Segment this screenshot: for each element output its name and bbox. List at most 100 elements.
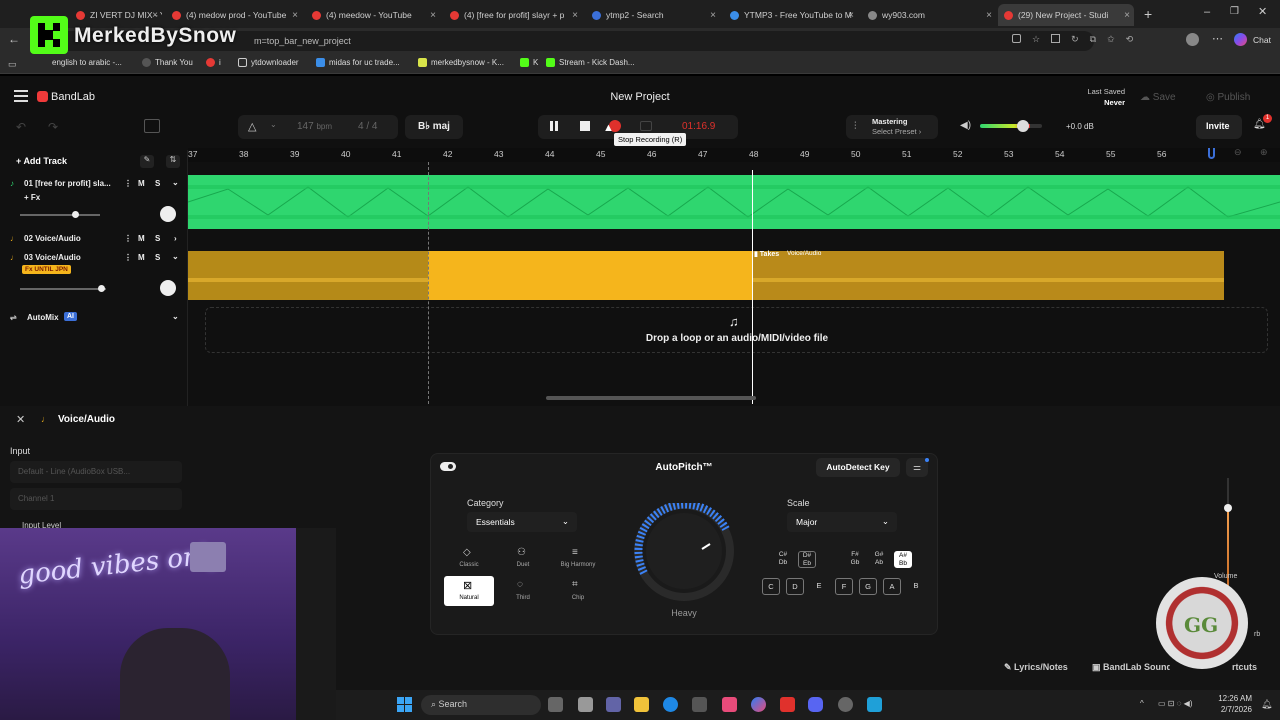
save-button[interactable]: ☁ Save — [1140, 92, 1176, 103]
settings-icon[interactable] — [838, 697, 853, 712]
discord-icon[interactable] — [808, 697, 823, 712]
bookmark-item[interactable]: K — [520, 58, 538, 67]
key-g-sharp[interactable]: G# Ab — [870, 551, 888, 568]
chevron-down-icon[interactable]: ⌄ — [270, 120, 277, 129]
teams-icon[interactable] — [606, 697, 621, 712]
key-f[interactable]: F — [835, 578, 853, 595]
volume-knob[interactable] — [1017, 120, 1029, 132]
track-more-icon[interactable]: ⋮ — [124, 179, 132, 188]
back-button[interactable]: ← — [8, 32, 20, 46]
clock-date[interactable]: 2/7/2026 — [1212, 705, 1252, 714]
sidebar-toggle-icon[interactable]: ▭ — [8, 59, 17, 70]
undo-icon[interactable]: ↶ — [16, 120, 26, 134]
mixer-icon[interactable] — [144, 119, 160, 133]
bookmark-item[interactable]: i — [206, 58, 221, 67]
store-icon[interactable] — [692, 697, 707, 712]
minimize-button[interactable]: – — [1204, 6, 1210, 18]
effect-option-duet[interactable]: ⚇ Duet — [498, 543, 548, 573]
browser-tab[interactable]: ytmp2 - Search × — [586, 4, 720, 26]
chevron-down-icon[interactable]: ⌄ — [172, 252, 179, 261]
magnet-icon[interactable] — [1208, 148, 1215, 159]
add-track-button[interactable]: + Add Track — [16, 156, 67, 166]
close-icon[interactable]: × — [986, 10, 992, 21]
bookmark-item[interactable]: ytdownloader — [238, 58, 299, 67]
zoom-out-icon[interactable]: ⊖ — [1234, 147, 1242, 158]
close-icon[interactable]: × — [430, 10, 436, 21]
key-a-sharp[interactable]: A# Bb — [894, 551, 912, 568]
bookmark-item[interactable]: midas for uc trade... — [316, 58, 400, 67]
browser-tab[interactable]: (4) meedow - YouTube × — [306, 4, 440, 26]
file-explorer-icon[interactable] — [634, 697, 649, 712]
app-icon[interactable] — [722, 697, 737, 712]
fx-label[interactable]: + Fx — [24, 193, 40, 202]
browser-tab[interactable]: (4) medow prod - YouTube × — [166, 4, 302, 26]
close-icon[interactable]: × — [848, 10, 854, 21]
track-volume-slider[interactable] — [20, 214, 100, 216]
copilot-icon[interactable] — [751, 697, 766, 712]
solo-button[interactable]: S — [155, 179, 160, 188]
chevron-right-icon[interactable]: › — [174, 234, 177, 243]
redo-icon[interactable]: ↷ — [48, 120, 58, 134]
audio-region-track-3-recording[interactable] — [428, 251, 752, 300]
widget-icon[interactable] — [548, 697, 563, 712]
volume-meter-knob[interactable] — [1224, 504, 1232, 512]
refresh-icon[interactable]: ↻ — [1071, 34, 1079, 46]
collections-icon[interactable]: ⧉ — [1090, 34, 1096, 46]
pan-knob[interactable] — [160, 206, 176, 222]
tray-chevron-icon[interactable]: ^ — [1140, 699, 1144, 708]
amount-knob[interactable] — [630, 503, 740, 613]
shortcuts-button[interactable]: rtcuts — [1232, 662, 1257, 672]
bookmark-item[interactable]: english to arabic -... — [52, 58, 122, 67]
clock-time[interactable]: 12:26 AM — [1212, 694, 1252, 703]
volume-meter[interactable] — [1227, 478, 1229, 598]
effect-option-big-harmony[interactable]: ≡ Big Harmony — [553, 543, 603, 573]
notifications-icon[interactable]: 🔔︎ — [1261, 699, 1272, 710]
notepad-icon[interactable] — [867, 697, 882, 712]
filter-icon[interactable]: ⇅ — [166, 155, 180, 168]
loop-icon[interactable] — [640, 121, 652, 131]
mute-button[interactable]: M — [138, 179, 145, 188]
solo-button[interactable]: S — [155, 253, 160, 262]
window-close-button[interactable]: ✕ — [1258, 5, 1267, 18]
track-header-2[interactable]: ♩ 02 Voice/Audio ⋮ M S › — [0, 234, 188, 248]
key-b[interactable]: B — [907, 578, 925, 595]
new-tab-button[interactable]: + — [1144, 6, 1152, 22]
effect-option-classic[interactable]: ◇ Classic — [444, 543, 494, 573]
menu-icon[interactable] — [14, 90, 28, 102]
category-select[interactable]: Essentials ⌄ — [467, 512, 577, 532]
project-title[interactable]: New Project — [560, 91, 720, 103]
chat-button[interactable]: Chat — [1253, 35, 1271, 45]
task-view-icon[interactable] — [578, 697, 593, 712]
browser-tab[interactable]: (4) [free for profit] slayr + p × — [444, 4, 582, 26]
bandlab-sounds-button[interactable]: ▣ BandLab Sounds — [1092, 662, 1170, 673]
more-menu-icon[interactable]: ⋯ — [1212, 32, 1223, 45]
windows-start-icon[interactable] — [397, 697, 412, 712]
bookmark-item[interactable]: Stream - Kick Dash... — [546, 58, 635, 67]
chevron-down-icon[interactable]: ⌄ — [172, 178, 179, 187]
channel-select[interactable]: Channel 1 — [10, 488, 182, 510]
input-device-select[interactable]: Default - Line (AudioBox USB... — [10, 461, 182, 483]
close-icon[interactable]: × — [1124, 10, 1130, 21]
browser-tab[interactable]: wy903.com × — [862, 4, 996, 26]
autopitch-toggle[interactable] — [440, 462, 456, 471]
close-icon[interactable]: × — [572, 10, 578, 21]
key-f-sharp[interactable]: F# Gb — [846, 551, 864, 568]
zoom-in-icon[interactable]: ⊕ — [1260, 147, 1268, 158]
key-d[interactable]: D — [786, 578, 804, 595]
effect-option-natural[interactable]: ⊠ Natural — [444, 576, 494, 606]
timeline-ruler[interactable]: 37 38 39 40 41 42 43 44 45 46 47 48 49 5… — [188, 147, 1280, 162]
tools-icon[interactable]: ✎ — [140, 155, 154, 168]
bookmark-item[interactable]: Thank You — [142, 58, 193, 67]
bpm-field[interactable]: 147 bpm — [297, 121, 332, 132]
takes-label[interactable]: ▮ Takes — [754, 250, 779, 258]
horizontal-scrollbar[interactable] — [546, 396, 756, 400]
master-volume-slider[interactable] — [980, 124, 1042, 128]
pause-icon[interactable] — [550, 121, 558, 131]
speaker-icon[interactable]: ◀) — [960, 120, 971, 131]
pan-knob[interactable] — [160, 280, 176, 296]
maximize-button[interactable]: ❐ — [1230, 6, 1239, 17]
fx-badge[interactable]: Fx UNTIL JPN — [22, 265, 71, 274]
close-icon[interactable]: × — [152, 10, 158, 21]
playhead[interactable] — [752, 170, 753, 404]
browser-tab[interactable]: ZI VERT DJ MIX - Yo × — [70, 4, 162, 26]
